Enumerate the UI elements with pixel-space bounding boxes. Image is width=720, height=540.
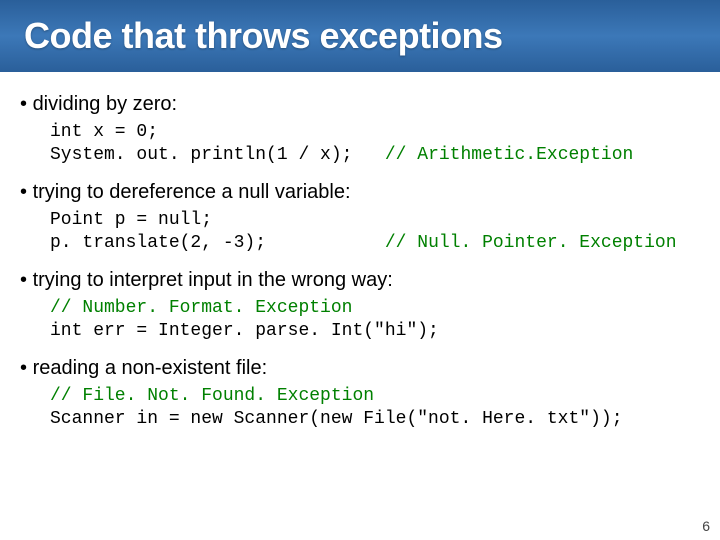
- slide: Code that throws exceptions dividing by …: [0, 0, 720, 540]
- code-block-4: // File. Not. Found. Exception Scanner i…: [50, 385, 700, 430]
- code-block-1: int x = 0; System. out. println(1 / x); …: [50, 121, 700, 166]
- code-comment: // Null. Pointer. Exception: [385, 233, 677, 253]
- bullet-null-deref: trying to dereference a null variable:: [20, 180, 700, 205]
- bullet-parse-error: trying to interpret input in the wrong w…: [20, 268, 700, 293]
- bullet-divide-by-zero: dividing by zero:: [20, 92, 700, 117]
- slide-title: Code that throws exceptions: [24, 15, 503, 57]
- bullet-file-not-found: reading a non-existent file:: [20, 356, 700, 381]
- title-bar: Code that throws exceptions: [0, 0, 720, 72]
- code-line: p. translate(2, -3);: [50, 233, 385, 253]
- code-line: int x = 0;: [50, 122, 158, 142]
- code-block-3: // Number. Format. Exception int err = I…: [50, 297, 700, 342]
- code-line: Point p = null;: [50, 210, 212, 230]
- code-line: Scanner in = new Scanner(new File("not. …: [50, 409, 623, 429]
- page-number: 6: [702, 518, 710, 534]
- slide-content: dividing by zero: int x = 0; System. out…: [0, 72, 720, 430]
- code-block-2: Point p = null; p. translate(2, -3); // …: [50, 209, 700, 254]
- code-comment: // File. Not. Found. Exception: [50, 386, 374, 406]
- code-comment: // Number. Format. Exception: [50, 298, 352, 318]
- code-line: System. out. println(1 / x);: [50, 145, 385, 165]
- code-line: int err = Integer. parse. Int("hi");: [50, 321, 439, 341]
- code-comment: // Arithmetic.Exception: [385, 145, 633, 165]
